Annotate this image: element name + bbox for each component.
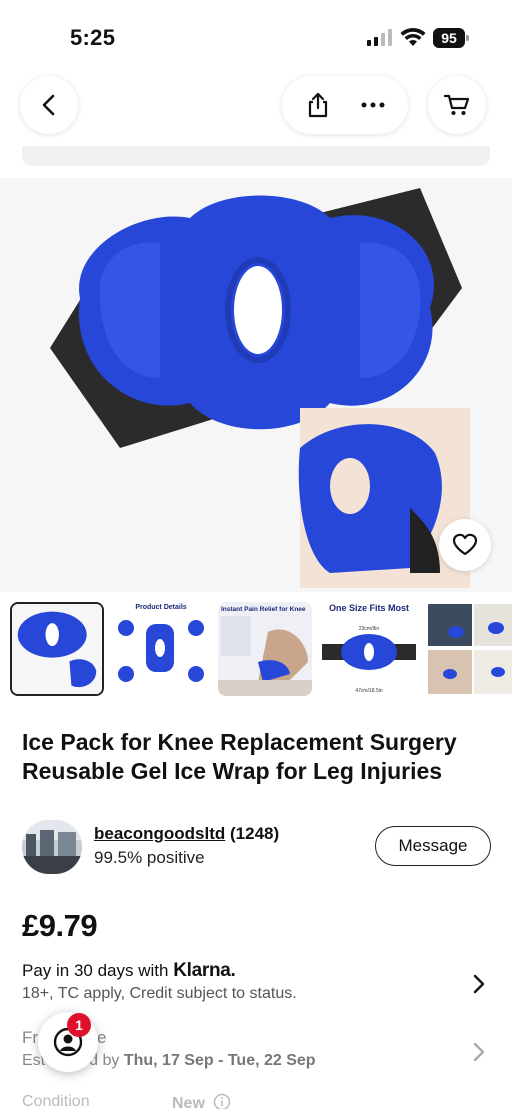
delivery-dates: Thu, 17 Sep - Tue, 22 Sep: [123, 1052, 316, 1069]
cart-icon: [444, 94, 470, 115]
thumbnail-1[interactable]: [10, 602, 104, 696]
status-bar: 5:25 95: [0, 0, 512, 66]
price: £9.79: [22, 908, 98, 943]
thumbnail-3[interactable]: Instant Pain Relief for Knee: [218, 602, 312, 696]
seller-feedback-percent: 99.5% positive: [94, 848, 205, 867]
info-icon[interactable]: [213, 1093, 231, 1109]
scroll-shadow: [22, 146, 490, 166]
thumbnail-3-label: Instant Pain Relief for Knee: [221, 606, 306, 613]
product-photo: [0, 178, 512, 592]
klarna-payment-row[interactable]: Pay in 30 days with Klarna. 18+, TC appl…: [22, 960, 492, 1008]
battery-level: 95: [433, 28, 465, 48]
more-dots-icon: [361, 102, 384, 108]
thumbnail-4-dim-bottom: 47cm/18.5in: [355, 688, 382, 694]
thumbnail-2[interactable]: Product Details: [114, 602, 208, 696]
shipping-text-start: Fr: [22, 1028, 39, 1047]
wifi-icon: [400, 27, 426, 46]
condition-value: New: [172, 1093, 231, 1109]
thumbnail-image: Product Details: [114, 602, 208, 696]
thumbnail-4-label: One Size Fits Most: [329, 603, 409, 613]
klarna-terms: 18+, TC apply, Credit subject to status.: [22, 985, 297, 1002]
thumbnail-2-label: Product Details: [135, 604, 186, 611]
seller-avatar-image: [22, 820, 82, 874]
klarna-line: Pay in 30 days with Klarna.: [22, 960, 492, 982]
message-button[interactable]: Message: [375, 826, 491, 866]
thumbnail-4[interactable]: One Size Fits Most 23cm/9in 47cm/18.5in: [322, 602, 416, 696]
action-pill: [282, 76, 408, 134]
share-button[interactable]: [306, 91, 330, 119]
thumbnail-5[interactable]: [426, 602, 512, 696]
condition-label: Condition: [22, 1093, 90, 1109]
thumbnail-image: [12, 604, 102, 694]
cart-button[interactable]: [428, 76, 486, 134]
seller-name-line[interactable]: beacongoodsltd (1248): [94, 824, 279, 844]
seller-avatar[interactable]: [22, 820, 82, 874]
seller-name[interactable]: beacongoodsltd: [94, 824, 225, 843]
thumbnail-image: One Size Fits Most 23cm/9in 47cm/18.5in: [322, 602, 416, 696]
chevron-right-icon: [473, 1042, 485, 1062]
status-time: 5:25: [70, 25, 116, 50]
chevron-right-icon: [473, 974, 485, 994]
battery-icon: 95: [433, 28, 469, 48]
klarna-prefix: Pay in 30 days with: [22, 961, 169, 980]
thumbnail-4-dim-top: 23cm/9in: [359, 626, 380, 632]
more-button[interactable]: [361, 101, 385, 109]
signal-icon: [367, 29, 392, 46]
chevron-left-icon: [42, 94, 55, 116]
thumbnail-image: Instant Pain Relief for Knee: [218, 602, 312, 696]
listing-title: Ice Pack for Knee Replacement Surgery Re…: [22, 729, 457, 784]
watch-button[interactable]: [439, 519, 491, 571]
thumbnail-strip: Product Details Instant Pain Relief for …: [10, 602, 512, 696]
heart-icon: [452, 533, 478, 556]
seller-feedback-count: (1248): [230, 824, 280, 843]
notification-badge: 1: [67, 1013, 91, 1037]
share-icon: [308, 92, 327, 118]
condition-row: Condition New: [22, 1093, 492, 1109]
condition-value-text: New: [172, 1095, 205, 1109]
back-button[interactable]: [20, 76, 78, 134]
thumbnail-image: [426, 602, 512, 696]
product-image[interactable]: [0, 178, 512, 592]
klarna-logo: Klarna.: [173, 960, 236, 981]
